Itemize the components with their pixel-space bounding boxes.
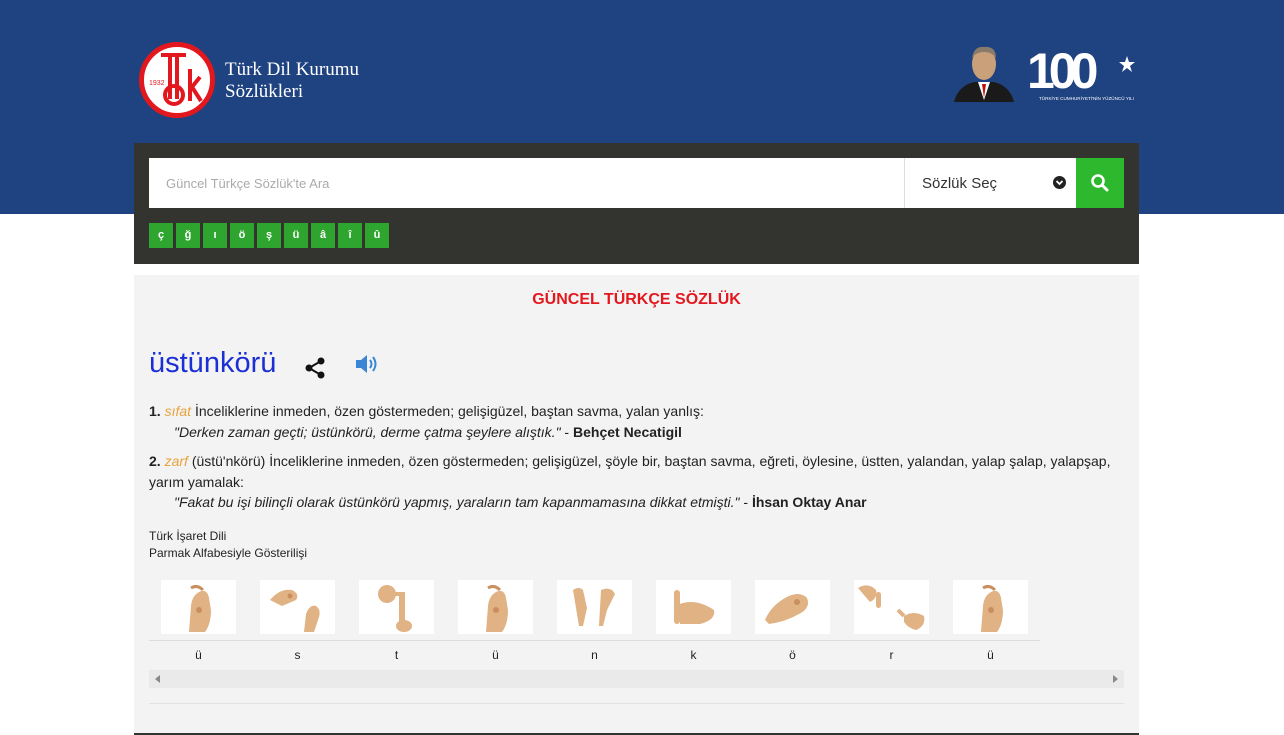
char-button[interactable]: î bbox=[338, 223, 362, 248]
word-type[interactable]: sıfat bbox=[165, 403, 191, 419]
example-2: "Fakat bu işi bilinçli olarak üstünkörü … bbox=[174, 494, 867, 510]
sign-item: ü bbox=[941, 579, 1040, 671]
hand-sign-image bbox=[161, 580, 236, 634]
ataturk-portrait bbox=[952, 42, 1016, 102]
sign-letter: ü bbox=[195, 648, 202, 662]
char-button[interactable]: ö bbox=[230, 223, 254, 248]
sign-letter: ü bbox=[492, 648, 499, 662]
definition-2: 2. zarf (üstü'nkörü) İnceliklerine inmed… bbox=[149, 451, 1124, 493]
divider bbox=[149, 640, 248, 641]
divider bbox=[248, 640, 347, 641]
word-type[interactable]: zarf bbox=[165, 453, 188, 469]
search-input[interactable] bbox=[149, 158, 904, 208]
hand-sign-image bbox=[458, 580, 533, 634]
dictionary-select-label: Sözlük Seç bbox=[922, 175, 998, 192]
sign-language-subtitle: Parmak Alfabesiyle Gösterilişi bbox=[149, 546, 308, 560]
dictionary-title: GÜNCEL TÜRKÇE SÖZLÜK bbox=[532, 291, 741, 308]
scroll-right-icon[interactable] bbox=[1113, 675, 1118, 683]
example-1: "Derken zaman geçti; üstünkörü, derme ça… bbox=[174, 424, 682, 440]
sign-item: ü bbox=[149, 579, 248, 671]
svg-text:100: 100 bbox=[1027, 43, 1097, 99]
brand-name-line1: Türk Dil Kurumu bbox=[225, 59, 360, 80]
example-author: İhsan Oktay Anar bbox=[751, 494, 867, 510]
example-separator: - bbox=[739, 494, 752, 510]
sign-language-title: Türk İşaret Dili bbox=[149, 529, 227, 543]
divider bbox=[941, 640, 1040, 641]
sign-item: t bbox=[347, 579, 446, 671]
hand-sign-image bbox=[656, 580, 731, 634]
sign-item: ö bbox=[743, 579, 842, 671]
definition-1: 1. sıfat İnceliklerine inmeden, özen gös… bbox=[149, 401, 1124, 422]
definition-text: İnceliklerine inmeden, özen göstermeden;… bbox=[194, 403, 704, 419]
char-button[interactable]: ğ bbox=[176, 223, 200, 248]
centennial-logo: 100 TÜRKİYE CUMHURİYETİ'NİN YÜZÜNCÜ YILI bbox=[1027, 40, 1142, 106]
hand-sign-image bbox=[557, 580, 632, 634]
sign-item: s bbox=[248, 579, 347, 671]
char-button[interactable]: ü bbox=[284, 223, 308, 248]
divider bbox=[545, 640, 644, 641]
sign-letter: s bbox=[294, 648, 301, 662]
speaker-icon[interactable] bbox=[354, 353, 380, 380]
sign-language-heading: Türk İşaret Dili Parmak Alfabesiyle Göst… bbox=[149, 528, 307, 562]
headword: üstünkörü bbox=[149, 347, 277, 379]
special-char-buttons: ç ğ ı ö ş ü â î û bbox=[149, 223, 389, 248]
brand-name[interactable]: Türk Dil Kurumu Sözlükleri bbox=[225, 59, 359, 103]
char-button[interactable]: û bbox=[365, 223, 389, 248]
brand-name-line2: Sözlükleri bbox=[225, 81, 304, 102]
sign-letter: n bbox=[591, 648, 598, 662]
share-icon[interactable] bbox=[303, 356, 327, 385]
sign-letter: ö bbox=[789, 648, 796, 662]
horizontal-scrollbar[interactable] bbox=[149, 670, 1124, 688]
sign-letter: t bbox=[394, 648, 399, 662]
scroll-left-icon[interactable] bbox=[155, 675, 160, 683]
definition-number: 2. bbox=[149, 453, 161, 469]
svg-text:TÜRKİYE CUMHURİYETİ'NİN YÜZÜNC: TÜRKİYE CUMHURİYETİ'NİN YÜZÜNCÜ YILI bbox=[1039, 95, 1134, 101]
divider bbox=[149, 703, 1124, 704]
search-panel: Sözlük Seç ç ğ ı ö ş ü â î û bbox=[134, 143, 1139, 264]
sign-language-strip: ü s t ü n k ö r ü bbox=[149, 579, 1040, 671]
hand-sign-image bbox=[359, 580, 434, 634]
char-button[interactable]: ı bbox=[203, 223, 227, 248]
chevron-down-icon bbox=[1053, 176, 1066, 189]
divider bbox=[446, 640, 545, 641]
sign-letter: r bbox=[889, 648, 894, 662]
search-button[interactable] bbox=[1076, 158, 1124, 208]
definition-number: 1. bbox=[149, 403, 161, 419]
search-icon bbox=[1091, 174, 1109, 192]
sign-item: k bbox=[644, 579, 743, 671]
sign-letter: k bbox=[690, 648, 697, 662]
pronunciation: (üstü'nkörü) bbox=[191, 453, 266, 469]
example-quote: "Derken zaman geçti; üstünkörü, derme ça… bbox=[174, 424, 561, 440]
divider bbox=[347, 640, 446, 641]
divider bbox=[644, 640, 743, 641]
svg-text:1932: 1932 bbox=[149, 80, 165, 87]
example-author: Behçet Necatigil bbox=[573, 424, 682, 440]
char-button[interactable]: ç bbox=[149, 223, 173, 248]
hand-sign-image bbox=[260, 580, 335, 634]
hand-sign-image bbox=[755, 580, 830, 634]
result-panel: GÜNCEL TÜRKÇE SÖZLÜK üstünkörü 1. sıfat … bbox=[134, 275, 1139, 735]
divider bbox=[743, 640, 842, 641]
example-separator: - bbox=[560, 424, 573, 440]
example-quote: "Fakat bu işi bilinçli olarak üstünkörü … bbox=[174, 494, 740, 510]
sign-item: n bbox=[545, 579, 644, 671]
sign-item: r bbox=[842, 579, 941, 671]
hand-sign-image bbox=[953, 580, 1028, 634]
sign-item: ü bbox=[446, 579, 545, 671]
char-button[interactable]: â bbox=[311, 223, 335, 248]
divider bbox=[842, 640, 941, 641]
hand-sign-image bbox=[854, 580, 929, 634]
sign-letter: ü bbox=[987, 648, 994, 662]
dictionary-select[interactable]: Sözlük Seç bbox=[904, 158, 1076, 208]
tdk-logo[interactable]: 1932 bbox=[139, 42, 215, 118]
definition-text: İnceliklerine inmeden, özen göstermeden;… bbox=[149, 453, 1111, 490]
char-button[interactable]: ş bbox=[257, 223, 281, 248]
